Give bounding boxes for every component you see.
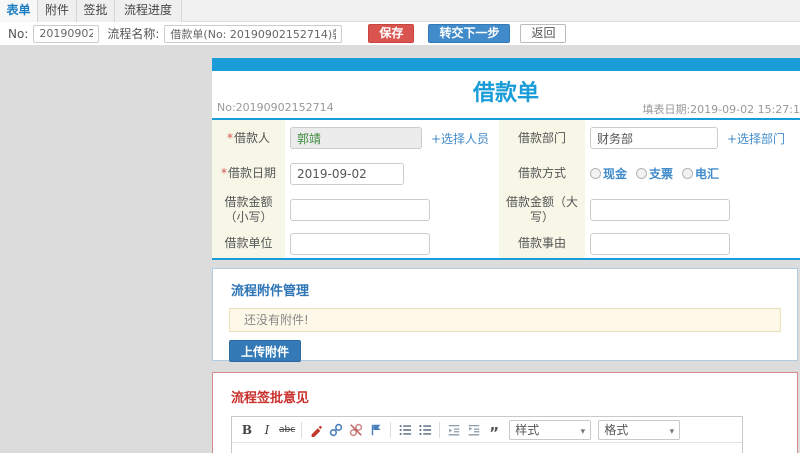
style-select[interactable]: 样式	[509, 419, 592, 440]
process-name-input[interactable]	[164, 24, 343, 43]
form-header: 借款单 No:20190902152714 填表日期:2019-09-02 15…	[212, 71, 800, 118]
app-window: 表单 附件 签批 流程进度 No: 流程名称: 保存 转交下一步 返回 借款单 …	[0, 0, 800, 453]
tab-attachments[interactable]: 附件	[38, 0, 77, 22]
tab-bar: 表单 附件 签批 流程进度	[0, 0, 800, 22]
radio-icon	[636, 168, 648, 179]
date-label: *借款日期	[212, 156, 285, 191]
borrower-input[interactable]	[290, 127, 422, 149]
radio-icon	[590, 168, 601, 179]
radio-cash[interactable]: 现金	[590, 165, 627, 182]
attachments-title: 流程附件管理	[231, 284, 310, 299]
payment-method-group: 现金 支票 电汇	[590, 165, 719, 182]
required-mark: *	[220, 166, 227, 180]
radio-cheque[interactable]: 支票	[636, 165, 673, 182]
date-cell	[285, 156, 499, 191]
format-select[interactable]: 格式	[598, 419, 681, 440]
outdent-icon[interactable]	[446, 421, 462, 439]
amount-small-label: 借款金额（小写）	[212, 191, 285, 229]
tab-progress[interactable]: 流程进度	[115, 0, 182, 22]
borrower-label: *借款人	[212, 120, 285, 156]
form-meta-row: No:20190902152714 填表日期:2019-09-02 15:27:…	[212, 101, 800, 116]
command-bar: No: 流程名称: 保存 转交下一步 返回	[0, 22, 800, 45]
italic-icon[interactable]: I	[259, 421, 275, 439]
no-attachments-alert: 还没有附件!	[229, 308, 781, 332]
borrower-cell: +选择人员	[285, 120, 499, 156]
blockquote-icon[interactable]: ”	[486, 421, 502, 440]
bullet-list-icon[interactable]	[417, 421, 433, 439]
unit-label: 借款单位	[212, 229, 285, 258]
save-button[interactable]: 保存	[368, 24, 415, 43]
method-label: 借款方式	[499, 156, 585, 191]
amount-small-cell	[285, 191, 499, 229]
editor-content-area[interactable]	[232, 443, 742, 453]
no-input[interactable]	[33, 24, 100, 43]
radio-wire[interactable]: 电汇	[682, 165, 719, 182]
flag-anchor-icon[interactable]	[368, 421, 384, 439]
amount-big-cell	[585, 191, 800, 229]
form-table: *借款人 +选择人员 借款部门 +选择部门 *借款日期 借款方	[212, 118, 800, 260]
select-department-link[interactable]: +选择部门	[727, 130, 785, 147]
indent-icon[interactable]	[466, 421, 482, 439]
next-step-button[interactable]: 转交下一步	[428, 24, 511, 43]
reason-input[interactable]	[590, 232, 730, 255]
amount-big-input[interactable]	[590, 199, 730, 221]
tab-approval[interactable]: 签批	[77, 0, 115, 22]
loan-date-input[interactable]	[290, 162, 404, 185]
department-input[interactable]	[590, 127, 718, 149]
unit-cell	[285, 229, 499, 258]
unlink-icon[interactable]	[348, 421, 364, 439]
chevron-down-icon	[670, 423, 675, 437]
no-label: No:	[8, 26, 29, 41]
link-icon[interactable]	[328, 421, 344, 439]
format-painter-icon[interactable]	[308, 421, 324, 439]
toolbar-separator	[390, 421, 392, 438]
reason-label: 借款事由	[499, 229, 585, 258]
department-label: 借款部门	[499, 120, 585, 156]
department-cell: +选择部门	[585, 120, 800, 156]
form-date-text: 填表日期:2019-09-02 15:27:1	[642, 103, 800, 116]
reason-cell	[585, 229, 800, 258]
rich-text-editor: B I abc ” 样式 ▾ 格式 ▾	[231, 416, 743, 453]
page-background: 借款单 No:20190902152714 填表日期:2019-09-02 15…	[0, 45, 800, 453]
tab-form[interactable]: 表单	[0, 0, 38, 22]
radio-icon	[682, 168, 694, 179]
loan-form-panel: 借款单 No:20190902152714 填表日期:2019-09-02 15…	[212, 58, 800, 260]
amount-small-input[interactable]	[290, 199, 430, 221]
form-top-bar	[212, 58, 800, 71]
amount-big-label: 借款金额（大写）	[499, 191, 585, 229]
back-button[interactable]: 返回	[520, 24, 567, 43]
unit-input[interactable]	[290, 232, 430, 255]
form-no-text: No:20190902152714	[217, 101, 334, 114]
toolbar-separator	[439, 421, 441, 438]
approval-title: 流程签批意见	[231, 391, 310, 406]
ordered-list-icon[interactable]	[397, 421, 413, 439]
attachments-panel: 流程附件管理 还没有附件! 上传附件	[212, 268, 798, 362]
bold-icon[interactable]: B	[239, 421, 255, 439]
chevron-down-icon	[581, 423, 586, 437]
process-name-label: 流程名称:	[107, 27, 160, 41]
required-mark: *	[226, 130, 233, 145]
method-cell: 现金 支票 电汇	[585, 156, 800, 191]
select-person-link[interactable]: +选择人员	[431, 130, 489, 147]
upload-attachment-button[interactable]: 上传附件	[229, 340, 302, 362]
toolbar-separator	[301, 421, 303, 438]
strikethrough-icon[interactable]: abc	[279, 421, 295, 439]
editor-toolbar: B I abc ” 样式 ▾ 格式 ▾	[232, 417, 742, 443]
approval-panel: 流程签批意见 B I abc ” 样式 ▾ 格式 ▾	[212, 372, 798, 453]
